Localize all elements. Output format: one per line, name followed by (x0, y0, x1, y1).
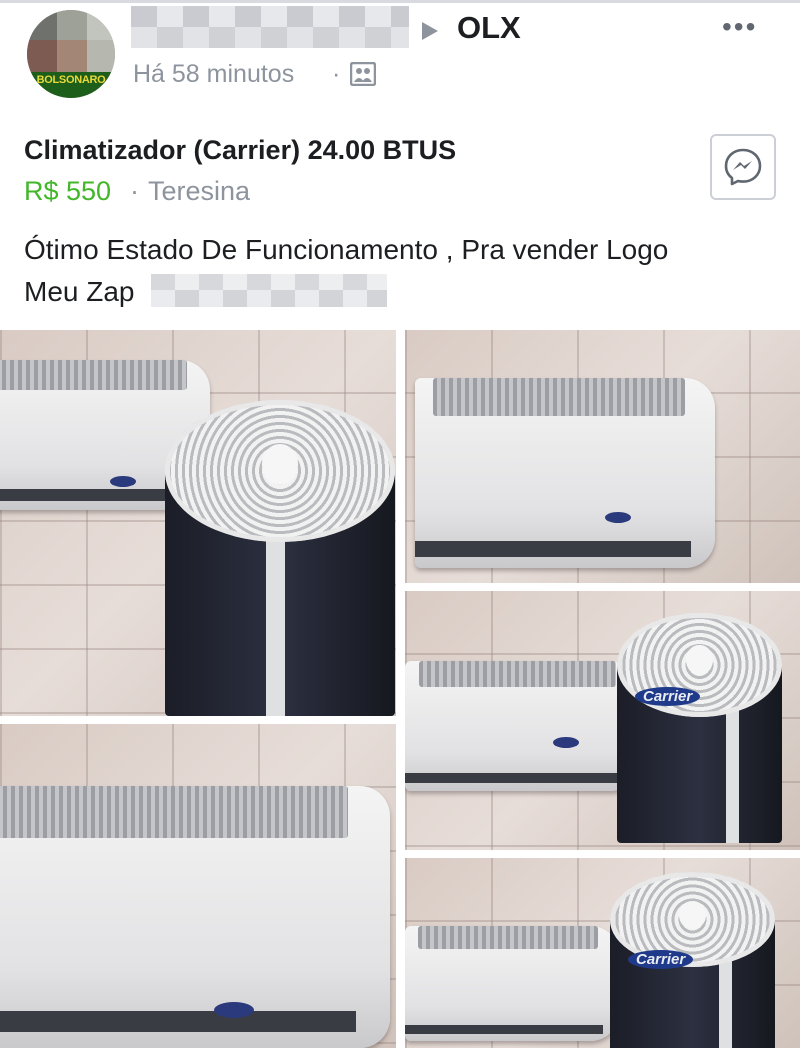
listing-price: R$ 550 (24, 176, 112, 206)
author-name-redacted[interactable] (131, 6, 409, 48)
avatar[interactable]: BOLSONARO (27, 10, 115, 98)
phone-number-redacted (151, 274, 387, 307)
carrier-logo-3: Carrier (635, 687, 701, 706)
meta-separator: · (332, 60, 341, 88)
message-seller-button[interactable] (710, 134, 776, 200)
listing-location: Teresina (148, 176, 251, 206)
group-audience-icon (350, 62, 376, 86)
listing-photo-3[interactable]: Carrier (405, 591, 800, 850)
listing-title: Climatizador (Carrier) 24.00 BTUS (24, 135, 457, 165)
listing-photo-4[interactable] (0, 724, 396, 1048)
top-divider (0, 0, 800, 3)
carrier-logo-5: Carrier (628, 950, 694, 969)
listing-description-line-2: Meu Zap (24, 276, 135, 307)
more-options-icon[interactable]: ••• (722, 13, 757, 41)
group-name[interactable]: OLX (457, 10, 521, 46)
messenger-icon (724, 148, 762, 186)
avatar-banner-text: BOLSONARO (36, 74, 106, 86)
listing-photo-1[interactable] (0, 330, 396, 716)
listing-photo-2[interactable] (405, 330, 800, 583)
price-location-separator: · (130, 176, 139, 206)
listing-photo-5[interactable]: Carrier (405, 858, 800, 1048)
post-timestamp[interactable]: Há 58 minutos (133, 60, 294, 89)
arrow-right-icon (422, 22, 438, 40)
listing-description-line-1: Ótimo Estado De Funcionamento , Pra vend… (24, 234, 669, 265)
